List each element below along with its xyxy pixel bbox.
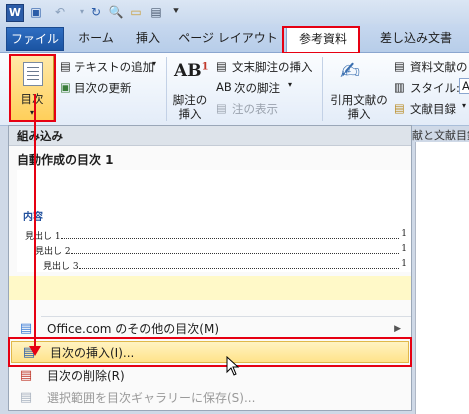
add-text-dropdown-icon[interactable]: ▾ <box>152 59 156 68</box>
document-page[interactable] <box>415 142 469 414</box>
quick-access-toolbar: W ▣ ↶ ▾ ↻ 🔍 ▭ ▤ ⯆ <box>0 0 469 24</box>
word-logo-icon[interactable]: W <box>6 4 24 22</box>
add-text-button[interactable]: テキストの追加 <box>74 59 154 75</box>
tab-references[interactable]: 参考資料 <box>286 27 360 54</box>
style-label: スタイル: <box>410 81 460 95</box>
gallery-hover-band <box>9 276 411 300</box>
undo-icon[interactable]: ↶ <box>52 4 68 20</box>
toc-preview-line: 見出し 1 1 <box>25 229 407 242</box>
next-footnote-button[interactable]: 次の脚注 <box>234 80 280 96</box>
redo-icon[interactable]: ↻ <box>88 4 104 20</box>
ribbon-separator <box>322 57 323 121</box>
tab-home[interactable]: ホーム <box>72 27 120 49</box>
toc-preview-line: 見出し 3 1 <box>43 259 407 272</box>
ribbon-separator <box>166 57 167 121</box>
menu-item-more-toc[interactable]: ▤ Office.com のその他の目次(M) ▶ <box>9 318 411 340</box>
show-notes-button[interactable]: 注の表示 <box>232 101 278 117</box>
endnote-insert-button[interactable]: 文末脚注の挿入 <box>232 59 313 75</box>
toc-button[interactable]: 目次 ▾ <box>10 55 54 121</box>
ribbon-group-label: 献と文献目録 <box>412 129 469 142</box>
preview-heading: 内容 <box>23 212 43 223</box>
gallery-item-title[interactable]: 自動作成の目次 1 <box>17 151 114 168</box>
ribbon-panel: 目次 ▾ ▤ テキストの追加 ▾ ▣ 目次の更新 AB1 脚注の 挿入 ▤ 文末脚… <box>0 53 469 126</box>
tab-mailings[interactable]: 差し込み文書 <box>366 27 466 49</box>
footnote-icon[interactable]: AB1 <box>174 61 209 81</box>
new-icon[interactable]: ▤ <box>148 4 164 20</box>
citation-icon[interactable]: ✍ <box>340 57 360 85</box>
tab-page-layout[interactable]: ページ レイアウト <box>178 27 278 49</box>
menu-section-header: 組み込み <box>9 126 411 146</box>
bibliography-button[interactable]: 文献目録 <box>410 101 456 117</box>
bibliography-dropdown-icon[interactable]: ▾ <box>462 101 466 110</box>
manage-sources-icon: ▤ <box>394 59 405 73</box>
bibliography-icon: ▤ <box>394 101 405 115</box>
customize-icon[interactable]: ⯆ <box>168 4 184 20</box>
save-icon[interactable]: ▣ <box>28 4 44 20</box>
manage-sources-button[interactable]: 資料文献の <box>410 59 468 75</box>
ribbon-tabs: ファイル ホーム 挿入 ページ レイアウト 参考資料 差し込み文書 <box>0 24 469 54</box>
next-footnote-icon: AB <box>216 80 232 94</box>
tab-insert[interactable]: 挿入 <box>128 27 168 49</box>
update-toc-icon: ▣ <box>60 80 71 94</box>
annotation-arrowhead <box>29 346 41 356</box>
footnote-insert-button[interactable]: 脚注の 挿入 <box>168 93 212 121</box>
submenu-arrow-icon: ▶ <box>394 324 401 334</box>
open-icon[interactable]: ▭ <box>128 4 144 20</box>
next-footnote-dropdown-icon[interactable]: ▾ <box>288 80 292 89</box>
show-notes-icon: ▤ <box>216 101 227 115</box>
update-toc-button[interactable]: 目次の更新 <box>74 80 132 96</box>
toc-preview-line: 見出し 2 1 <box>35 244 407 257</box>
save-gallery-icon: ▤ <box>19 390 33 405</box>
office-com-icon: ▤ <box>19 321 33 336</box>
remove-toc-icon: ▤ <box>19 368 33 383</box>
style-select[interactable]: A <box>459 78 469 94</box>
toc-gallery-preview[interactable]: 内容 見出し 1 1 見出し 2 1 見出し 3 1 <box>17 170 411 272</box>
mouse-cursor-icon <box>226 356 240 376</box>
menu-item-save-selection[interactable]: ▤ 選択範囲を目次ギャラリーに保存(S)... <box>9 387 411 409</box>
chevron-down-icon: ▾ <box>29 108 34 117</box>
citation-insert-button[interactable]: 引用文献の 挿入 <box>326 93 392 121</box>
toc-icon <box>23 62 43 86</box>
menu-item-remove-toc[interactable]: ▤ 目次の削除(R) <box>9 365 411 387</box>
endnote-icon: ▤ <box>216 59 227 73</box>
annotation-connector <box>34 94 36 349</box>
menu-item-insert-toc[interactable]: ▤ 目次の挿入(I)... <box>11 341 409 363</box>
toc-button-label: 目次 <box>20 92 44 106</box>
add-text-icon: ▤ <box>60 59 71 73</box>
tab-file[interactable]: ファイル <box>6 27 64 51</box>
toc-dropdown-menu: 組み込み 自動作成の目次 1 内容 見出し 1 1 見出し 2 1 見出し 3 … <box>8 125 412 411</box>
print-preview-icon[interactable]: 🔍 <box>108 4 124 20</box>
style-icon: ▥ <box>394 80 405 94</box>
menu-divider <box>41 316 411 317</box>
